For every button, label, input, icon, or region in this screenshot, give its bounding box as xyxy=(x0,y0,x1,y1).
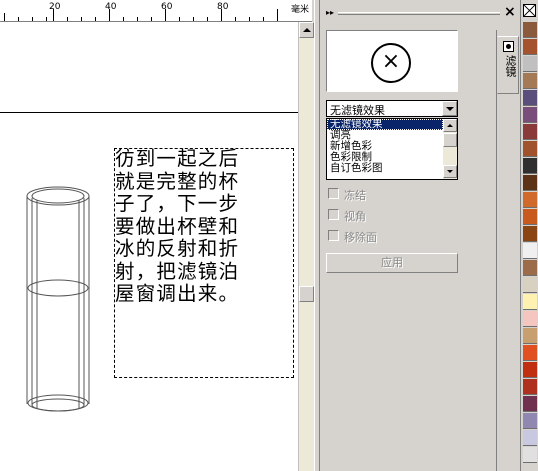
arrow-up-icon xyxy=(447,124,453,127)
checkbox-label: 冻结 xyxy=(344,189,366,202)
text-line: 冰的反射和折 xyxy=(115,237,240,260)
lens-type-dropdown[interactable]: 无滤镜效果 xyxy=(326,100,458,117)
text-line: 子了，下一步 xyxy=(115,192,240,215)
checkbox-box[interactable] xyxy=(328,209,339,220)
chevron-down-icon xyxy=(446,107,454,111)
checkbox-box[interactable] xyxy=(328,230,339,241)
color-swatch[interactable] xyxy=(523,124,537,140)
scroll-up-button[interactable] xyxy=(299,22,314,38)
color-swatch[interactable] xyxy=(523,226,537,242)
color-swatch[interactable] xyxy=(523,413,537,429)
docker-titlebar[interactable]: ▸▸ × xyxy=(320,4,520,22)
color-swatch[interactable] xyxy=(523,362,537,378)
color-swatch[interactable] xyxy=(523,158,537,174)
arrow-up-icon xyxy=(303,28,311,32)
text-line: 射，把滤镜泊 xyxy=(115,259,240,283)
color-swatch[interactable] xyxy=(523,175,537,191)
ruler-unit: 毫米 xyxy=(290,5,309,15)
color-swatch[interactable] xyxy=(523,396,537,412)
apply-button[interactable]: 应用 xyxy=(326,253,458,273)
text-line: 就是完整的杯 xyxy=(115,169,240,193)
horizontal-ruler[interactable]: 20 40 60 80 毫米 xyxy=(0,0,312,22)
docker-tab-strip: 滤镜 xyxy=(496,30,519,471)
close-icon[interactable]: × xyxy=(504,4,516,20)
color-swatch[interactable] xyxy=(523,447,537,463)
lens-docker-panel: ▸▸ × × 无滤镜效果 无滤镜效果 调亮 新增色彩 色彩限制 自订色彩图 冻结… xyxy=(320,0,520,471)
color-swatch[interactable] xyxy=(523,260,537,276)
artistic-text-block[interactable]: 彷到一起之后 就是完整的杯 子了，下一步 要做出杯壁和 冰的反射和折 射，把滤镜… xyxy=(114,147,294,306)
color-swatch[interactable] xyxy=(523,345,537,361)
ruler-number: 80 xyxy=(217,2,229,12)
color-swatch[interactable] xyxy=(523,107,537,123)
list-scrollbar[interactable] xyxy=(443,119,457,179)
color-swatch[interactable] xyxy=(523,192,537,208)
color-swatch[interactable] xyxy=(523,430,537,446)
ruler-number: 40 xyxy=(105,2,117,12)
dropdown-button[interactable] xyxy=(442,101,457,116)
color-palette xyxy=(520,0,538,471)
color-swatch[interactable] xyxy=(523,73,537,89)
list-item[interactable]: 自订色彩图 xyxy=(327,163,443,174)
ruler-number: 20 xyxy=(49,2,61,12)
color-swatch[interactable] xyxy=(523,277,537,293)
color-swatch[interactable] xyxy=(523,311,537,327)
list-scroll-thumb[interactable] xyxy=(443,133,457,147)
no-lens-icon: × xyxy=(371,43,411,83)
expand-arrows-icon[interactable]: ▸▸ xyxy=(326,8,334,17)
color-swatch[interactable] xyxy=(523,379,537,395)
preview-x: × xyxy=(381,49,401,74)
titlebar-grip xyxy=(338,12,500,15)
page-border xyxy=(0,112,298,113)
color-swatch[interactable] xyxy=(523,243,537,259)
checkbox-label: 视角 xyxy=(344,210,366,223)
color-swatch[interactable] xyxy=(523,39,537,55)
no-color-swatch[interactable] xyxy=(523,4,536,17)
list-scroll-down[interactable] xyxy=(443,165,457,178)
tab-label: 滤镜 xyxy=(504,55,517,77)
text-line: 彷到一起之后 xyxy=(115,147,240,170)
tab-lens[interactable]: 滤镜 xyxy=(497,36,519,94)
lens-icon xyxy=(503,41,514,52)
ruler-number: 60 xyxy=(161,2,173,12)
lens-preview: × xyxy=(326,30,458,92)
text-line: 要做出杯壁和 xyxy=(115,214,240,238)
lens-type-list[interactable]: 无滤镜效果 调亮 新增色彩 色彩限制 自订色彩图 xyxy=(326,118,458,180)
color-swatch[interactable] xyxy=(523,22,537,38)
text-line: 屋窗调出来。 xyxy=(115,282,240,305)
color-swatch[interactable] xyxy=(523,90,537,106)
lens-type-value: 无滤镜效果 xyxy=(330,104,385,117)
color-swatch[interactable] xyxy=(523,56,537,72)
color-swatch[interactable] xyxy=(523,141,537,157)
color-swatch[interactable] xyxy=(523,209,537,225)
canvas-vertical-scrollbar[interactable] xyxy=(298,22,314,471)
checkbox-box[interactable] xyxy=(328,188,339,199)
scroll-thumb[interactable] xyxy=(299,286,314,302)
checkbox-label: 移除面 xyxy=(344,231,377,244)
list-scroll-up[interactable] xyxy=(443,119,457,132)
color-swatch[interactable] xyxy=(523,294,537,310)
color-swatch[interactable] xyxy=(523,328,537,344)
arrow-down-icon xyxy=(447,170,453,173)
glass-cylinder-drawing[interactable] xyxy=(18,180,98,430)
